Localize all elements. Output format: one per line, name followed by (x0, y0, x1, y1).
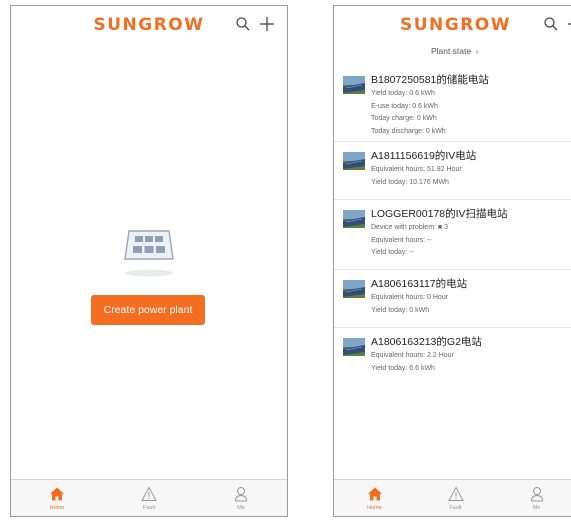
sungrow-logo: SUNGROW (399, 15, 512, 35)
tab-home-label: Home (367, 504, 382, 511)
plant-thumbnail (343, 152, 365, 170)
plant-stat: Yield today: 6.6 kWh (371, 364, 435, 372)
plant-thumbnail (343, 76, 365, 94)
user-icon (530, 486, 543, 501)
plant-stat: Equivalent hours: 51.92 Hour (371, 166, 462, 173)
tab-fault[interactable]: Fault (415, 480, 496, 516)
plant-thumbnail (343, 338, 365, 356)
chevron-down-icon: ▼ (474, 50, 481, 56)
tab-fault-label: Fault (449, 504, 462, 511)
plant-name: LOGGER00178的IV扫描电站 (371, 208, 508, 220)
header-actions (543, 16, 571, 32)
plant-stat: Today charge: 0 kWh (371, 115, 437, 122)
plant-state-label: Plant state (430, 46, 472, 56)
plant-list-item[interactable]: A1806163213的G2电站 Equivalent hours: 2.2 H… (334, 328, 571, 386)
plant-list-item[interactable]: A1811156619的IV电站 Equivalent hours: 51.92… (334, 142, 571, 200)
solar-panel-illustration (124, 230, 174, 277)
plant-thumbnail (343, 280, 365, 298)
phone-screen-plant-list: SUNGROW Plant state ▼ B1807250581的储能电站 Yi… (333, 5, 571, 517)
app-header: SUNGROW (334, 6, 571, 42)
plant-name: A1806163117的电站 (371, 278, 468, 290)
user-icon (234, 486, 248, 501)
add-icon[interactable] (567, 16, 571, 32)
plant-name: A1811156619的IV电站 (371, 150, 477, 162)
plant-stat: Yield today: 10.176 MWh (371, 178, 449, 186)
device-problem-stat: Device with problem: ■ 3 (371, 224, 448, 231)
app-header: SUNGROW (11, 6, 287, 42)
tab-home[interactable]: Home (11, 480, 103, 516)
tab-fault-label: Fault (142, 504, 156, 511)
search-icon[interactable] (543, 16, 559, 32)
fault-icon (141, 485, 157, 501)
bottom-tab-bar: Home Fault Me (11, 479, 287, 516)
plant-stat: Equivalent hours: 0 Hour (371, 294, 449, 301)
header-actions (235, 16, 275, 32)
tab-fault[interactable]: Fault (103, 480, 195, 516)
plant-stat: Equivalent hours: 2.2 Hour (371, 352, 454, 359)
plant-stat: Yield today: 0 kWh (371, 306, 430, 314)
plant-stat: Yield today: 0.6 kWh (371, 90, 435, 97)
plant-stat: E-use today: 0.6 kWh (371, 102, 438, 110)
fault-icon (447, 485, 464, 501)
tab-me-label: Me (237, 504, 245, 511)
tab-home-label: Home (49, 504, 65, 511)
search-icon[interactable] (235, 16, 251, 32)
plant-name: B1807250581的储能电站 (371, 74, 489, 86)
phone-screen-empty: SUNGROW Create power plant Home Fault Me (10, 5, 288, 517)
create-power-plant-button[interactable]: Create power plant (91, 295, 205, 325)
home-icon (367, 487, 382, 500)
plant-list-item[interactable]: LOGGER00178的IV扫描电站 Device with problem: … (334, 200, 571, 270)
add-icon[interactable] (259, 16, 275, 32)
bottom-tab-bar: Home Fault Me (334, 479, 571, 516)
tab-me[interactable]: Me (195, 480, 287, 516)
tab-me[interactable]: Me (496, 480, 571, 516)
plant-state-filter[interactable]: Plant state ▼ (334, 46, 571, 56)
plant-list-item[interactable]: A1806163117的电站 Equivalent hours: 0 Hour … (334, 270, 571, 328)
plant-name: A1806163213的G2电站 (371, 336, 482, 348)
tab-home[interactable]: Home (334, 480, 415, 516)
plant-list-item[interactable]: B1807250581的储能电站 Yield today: 0.6 kWh E-… (334, 66, 571, 142)
plant-stat: Today discharge: 0 kWh (371, 127, 446, 135)
plant-thumbnail (343, 210, 365, 228)
home-icon (50, 487, 64, 500)
plant-stat: Equivalent hours: -- (371, 236, 432, 244)
tab-me-label: Me (532, 504, 541, 511)
plant-list: B1807250581的储能电站 Yield today: 0.6 kWh E-… (334, 66, 571, 386)
plant-stat: Yield today: -- (371, 249, 414, 256)
